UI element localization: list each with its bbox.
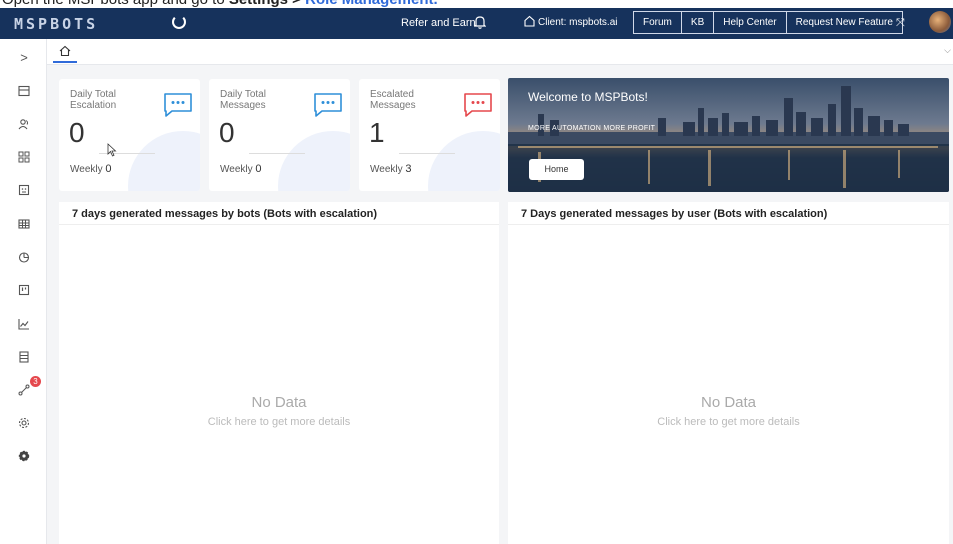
client-label[interactable]: Client: mspbots.ai [538,17,617,28]
sidebar-table-icon[interactable] [17,218,31,232]
stat-label: Daily Total Escalation [70,89,117,111]
notification-badge: 3 [30,376,41,387]
sidebar-expand-icon[interactable]: > [17,51,31,65]
weekly-value: 0 [255,163,262,175]
chevron-down-icon[interactable]: ⌵ [944,45,951,56]
sidebar-apps-icon[interactable] [17,151,31,165]
card-decoration [278,131,350,191]
weekly-value: 0 [105,163,112,175]
welcome-banner: Welcome to MSPBots! MORE AUTOMATION MORE… [508,78,949,192]
banner-title: Welcome to MSPBots! [528,90,648,104]
no-data-title: No Data [700,394,757,411]
divider [399,153,455,154]
instruction-settings: Settings [229,0,288,8]
chat-bubble-icon [164,93,192,117]
home-icon [59,45,71,57]
panel-title: 7 days generated messages by bots (Bots … [72,208,378,220]
instruction-banner: Open the MSPbots app and go to Settings … [0,0,953,8]
user-avatar[interactable] [929,11,951,33]
instruction-separator: > [288,0,305,8]
banner-subtitle: MORE AUTOMATION MORE PROFIT [528,125,656,132]
stat-weekly: Weekly 0 [220,163,262,175]
sidebar-pie-chart-icon[interactable] [17,251,31,265]
tab-bar: ⌵ [47,39,953,65]
help-center-button[interactable]: Help Center [714,12,787,33]
bell-icon[interactable] [474,15,486,29]
sidebar-line-chart-icon[interactable] [17,318,31,332]
no-data-title: No Data [251,394,307,411]
stat-label: Escalated Messages [370,89,416,111]
no-data-details-link[interactable]: Click here to get more details [508,416,949,428]
divider [508,224,949,225]
top-bar: MSPBOTS Refer and Earn Client: mspbots.a… [0,8,953,39]
banner-home-button[interactable]: Home [529,159,584,180]
sidebar-admin-settings-icon[interactable] [17,450,31,464]
panel-title: 7 Days generated messages by user (Bots … [521,208,828,220]
sidebar-integration-icon[interactable] [17,384,31,398]
refer-and-earn-link[interactable]: Refer and Earn [401,17,476,29]
weekly-value: 3 [405,163,412,175]
chat-bubble-icon [464,93,492,117]
card-decoration [128,131,200,191]
request-new-feature-button[interactable]: Request New Feature [787,12,902,33]
fullscreen-icon[interactable]: ⤧ [896,17,905,30]
weekly-label: Weekly [370,164,403,175]
sidebar-users-icon[interactable] [17,118,31,132]
weekly-label: Weekly [70,164,103,175]
stat-card-escalated-messages[interactable]: Escalated Messages 1 Weekly 3 [359,79,500,191]
refresh-icon[interactable] [172,15,186,29]
divider [59,224,499,225]
stat-value: 1 [369,117,385,148]
stat-card-daily-total-escalation[interactable]: Daily Total Escalation 0 Weekly 0 [59,79,200,191]
no-data-details-link[interactable]: Click here to get more details [59,416,499,428]
mspbots-logo[interactable]: MSPBOTS [14,15,98,33]
forum-button[interactable]: Forum [634,12,682,33]
chat-bubble-icon [314,93,342,117]
tab-home[interactable] [53,41,77,63]
sidebar-bot-icon[interactable] [17,184,31,198]
sidebar-board-icon[interactable] [17,284,31,298]
stat-label: Daily Total Messages [220,89,266,111]
mouse-cursor-icon [107,143,117,157]
sidebar-inbox-icon[interactable] [17,85,31,99]
stat-card-daily-total-messages[interactable]: Daily Total Messages 0 Weekly 0 [209,79,350,191]
kb-button[interactable]: KB [682,12,715,33]
home-client-icon [524,15,535,27]
top-nav-buttons: Forum KB Help Center Request New Feature [633,11,903,34]
sidebar-settings-icon[interactable] [17,417,31,431]
sidebar-document-icon[interactable] [17,351,31,365]
weekly-label: Weekly [220,164,253,175]
stat-weekly: Weekly 3 [370,163,412,175]
stat-weekly: Weekly 0 [70,163,112,175]
stat-value: 0 [69,117,85,148]
divider [249,153,305,154]
panel-bots-messages: 7 days generated messages by bots (Bots … [59,202,499,544]
instruction-target: Role Management. [305,0,438,8]
stat-value: 0 [219,117,235,148]
instruction-text: Open the MSPbots app and go to Settings … [2,0,438,8]
panel-user-messages: 7 Days generated messages by user (Bots … [508,202,949,544]
sidebar: > 3 [0,39,47,544]
instruction-prefix: Open the MSPbots app and go to [2,0,229,8]
card-decoration [428,131,500,191]
